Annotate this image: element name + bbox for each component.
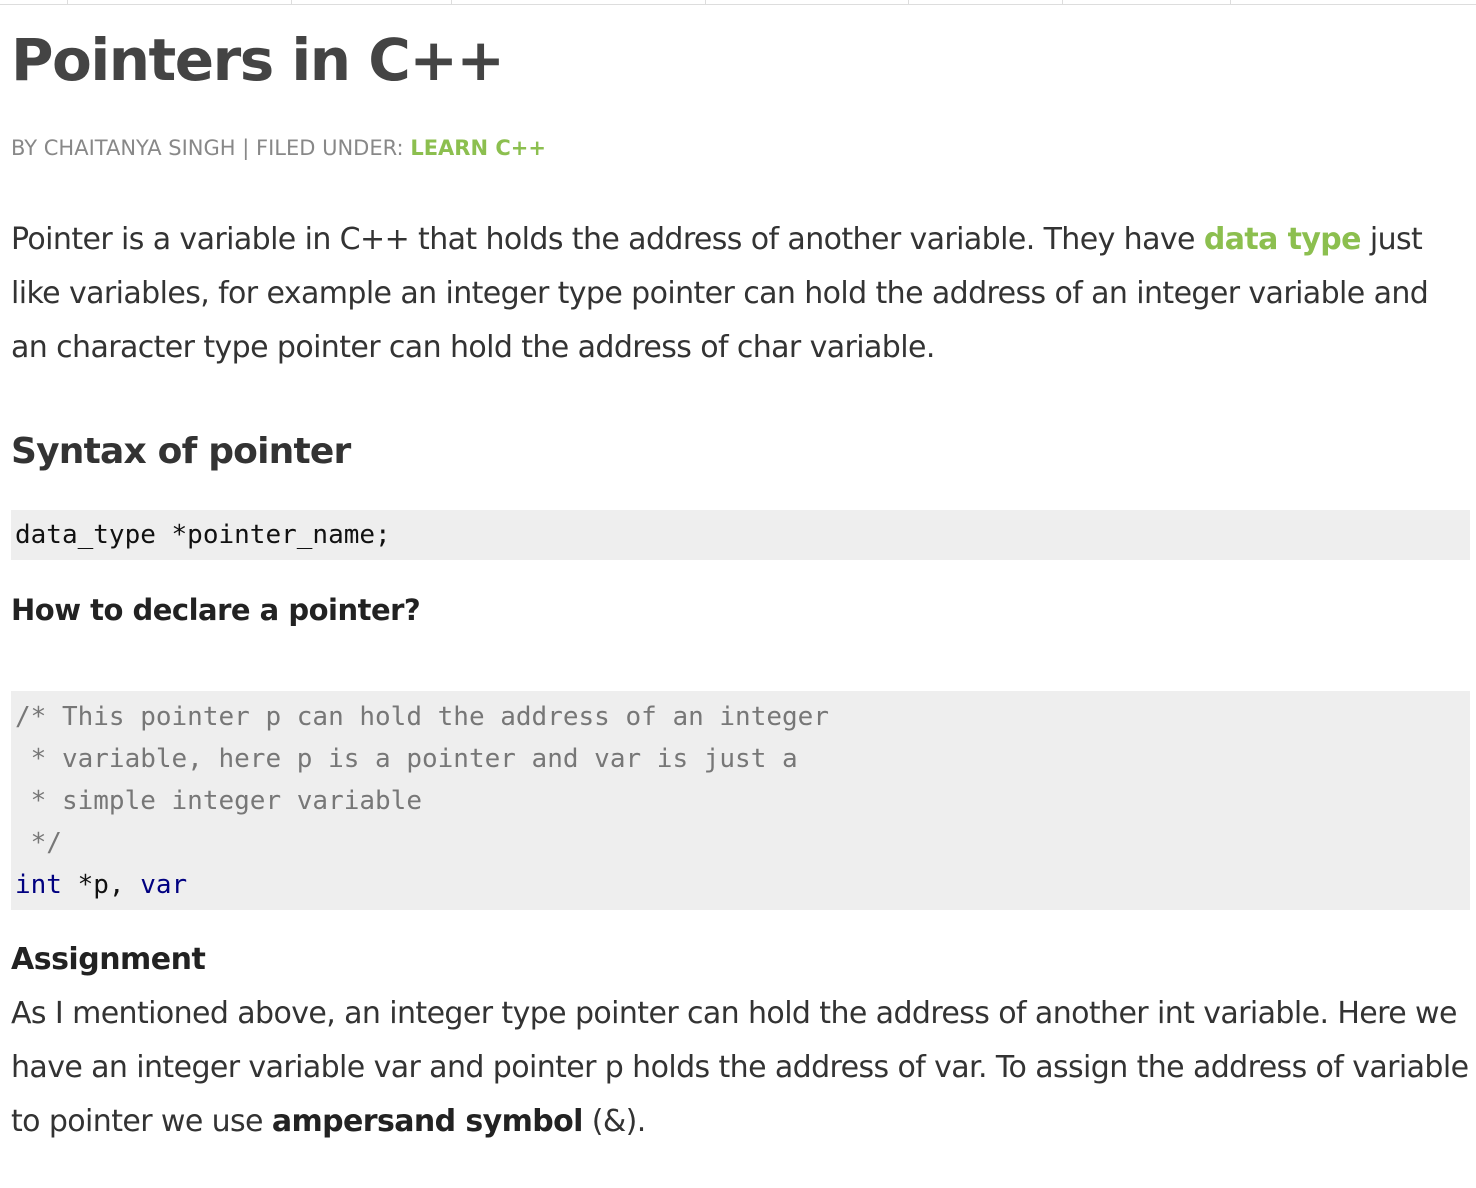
syntax-code-block: data_type *pointer_name; <box>11 510 1470 560</box>
assignment-paragraph: As I mentioned above, an integer type po… <box>11 987 1470 1149</box>
assignment-bold-text: ampersand symbol <box>271 1104 584 1139</box>
nav-divider <box>705 0 706 5</box>
byline-text: BY CHAITANYA SINGH | FILED UNDER: <box>11 136 411 160</box>
nav-divider <box>1230 0 1231 5</box>
page-title: Pointers in C++ <box>11 26 505 94</box>
code-variable: var <box>140 870 188 900</box>
declare-code-block: /* This pointer p can hold the address o… <box>11 691 1470 910</box>
nav-divider <box>67 0 68 5</box>
assignment-text-end: (&). <box>582 1104 647 1139</box>
nav-divider <box>451 0 452 5</box>
declare-heading: How to declare a pointer? <box>11 593 421 627</box>
syntax-heading: Syntax of pointer <box>11 431 351 472</box>
code-comment-line: * simple integer variable <box>15 786 422 816</box>
code-keyword: int <box>15 870 62 900</box>
code-comment-line: /* This pointer p can hold the address o… <box>15 702 829 732</box>
assignment-text-start: As I mentioned above, an integer type po… <box>11 996 1469 1139</box>
nav-divider <box>1062 0 1063 5</box>
nav-divider <box>908 0 909 5</box>
assignment-heading: Assignment <box>11 942 206 977</box>
intro-text-start: Pointer is a variable in C++ that holds … <box>11 222 1204 257</box>
code-text: *p, <box>61 870 141 900</box>
nav-divider <box>291 0 292 5</box>
syntax-code: data_type *pointer_name; <box>15 520 391 550</box>
top-nav-strip <box>0 0 1476 5</box>
intro-paragraph: Pointer is a variable in C++ that holds … <box>11 213 1470 375</box>
code-declaration-line: int *p, var <box>15 864 1470 906</box>
article-byline: BY CHAITANYA SINGH | FILED UNDER: LEARN … <box>11 134 546 162</box>
code-comment-line: */ <box>15 828 62 858</box>
category-link[interactable]: LEARN C++ <box>410 136 546 160</box>
data-type-link[interactable]: data type <box>1204 222 1362 257</box>
code-comment-line: * variable, here p is a pointer and var … <box>15 744 798 774</box>
